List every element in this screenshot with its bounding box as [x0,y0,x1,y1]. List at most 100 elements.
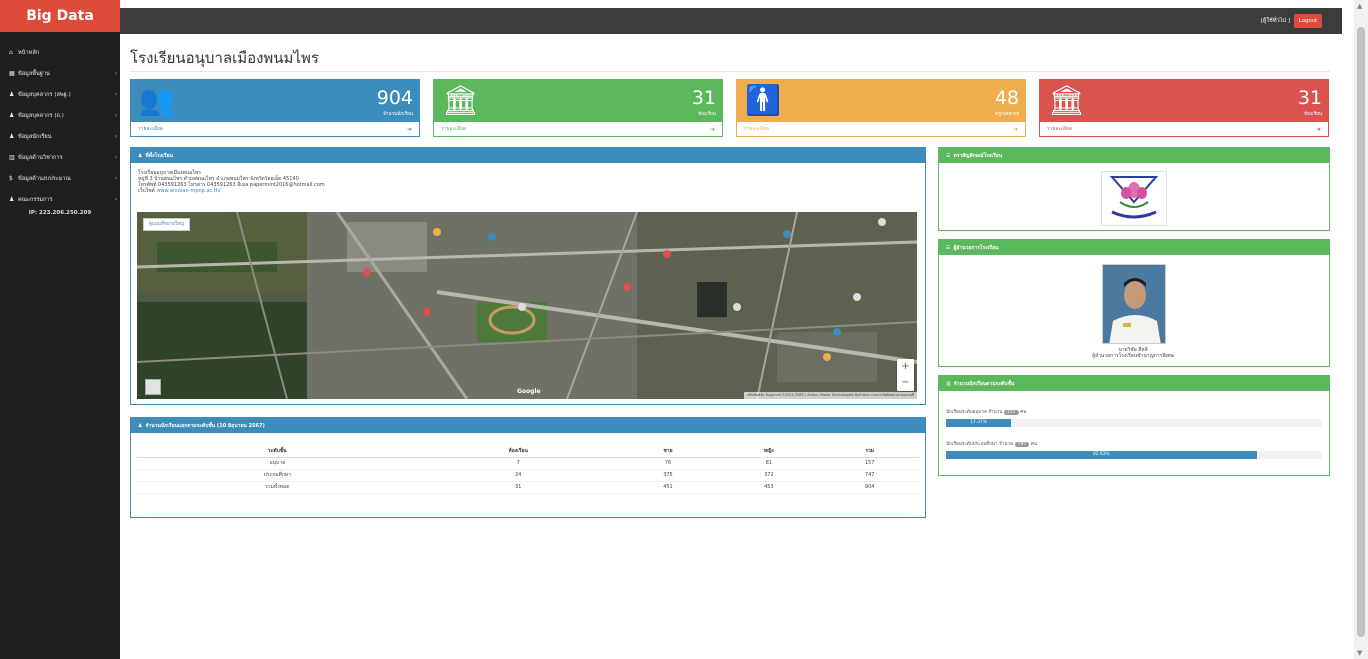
logout-button[interactable]: Logout [1294,14,1322,28]
chevron-left-icon: ‹ [114,70,117,77]
stat-box-header: 🏛 31 ห้องเรียน [1040,80,1328,122]
map-attribution[interactable]: แป้นพิมพ์ลัด ข้อมูลภาพ ©2024 CNES / Airb… [743,392,917,399]
count-badge: 157 [1003,410,1019,415]
table-cell: อนุบาล [137,457,418,470]
bar-chart-icon: ▥ [9,154,15,161]
level-bar-prefix: นักเรียนระดับอนุบาล จำนวน [946,410,1003,415]
brand-logo[interactable]: Big Data [0,0,120,32]
levels-panel: ▥ จำนวนนักเรียนตามระดับชั้น นักเรียนระดั… [938,375,1330,476]
class-table-panel: ♟ จำนวนนักเรียนแยกตามระดับชั้น (10 มิถุน… [130,417,926,518]
scroll-down-icon[interactable]: ▼ [1357,649,1362,657]
director-info: นายวิชัย สีหลี ผู้อำนวยการโรงเรียนชำนาญก… [939,347,1327,359]
levels-panel-header: ▥ จำนวนนักเรียนตามระดับชั้น [939,376,1329,391]
scroll-up-icon[interactable]: ▲ [1357,2,1362,10]
table-cell: 24 [417,469,619,482]
sidebar-item[interactable]: ♟ ข้อมูลบุคลากร (ถ.) ‹ [0,105,120,126]
zoom-in-button[interactable]: + [897,359,914,375]
class-table-title: จำนวนนักเรียนแยกตามระดับชั้น (10 มิถุนาย… [145,422,265,429]
sidebar-item[interactable]: ♟ คณะกรรมการ ‹ [0,189,120,210]
stat-detail-link[interactable]: รายละเอียด ➜ [1040,122,1328,137]
table-header-cell: หญิง [717,446,821,458]
level-bar-label: นักเรียนระดับอนุบาล จำนวน 157 คน [946,409,1026,416]
ip-address: IP: 223.206.250.209 [28,210,92,216]
class-table: ระดับชั้น ห้องเรียน ชาย หญิง รวม อนุบาล 7 76 81… [137,446,919,494]
stat-detail-label: รายละเอียด [744,126,770,132]
emblem-panel: ☰ ตราสัญลักษณ์โรงเรียน [938,147,1330,231]
street-view-icon[interactable] [145,379,161,395]
user-icon: ♟ [138,422,143,429]
stat-label: ห้องเรียน [1304,112,1322,117]
table-cell: 7 [417,457,619,470]
zoom-control: + − [897,359,914,391]
table-cell: รวมทั้งหมด [137,481,418,494]
table-row: ประถมศึกษา 24 375 372 747 [137,469,919,482]
class-table-header: ♟ จำนวนนักเรียนแยกตามระดับชั้น (10 มิถุน… [131,418,925,433]
scrollbar[interactable]: ▲ ▼ [1354,0,1368,659]
sidebar: Big Data ⌂ หน้าหลัก ▦ ข้อมูลพื้นฐาน ‹ ♟ ข้อมูล… [0,0,120,659]
sidebar-item[interactable]: ▦ ข้อมูลพื้นฐาน ‹ [0,63,120,84]
stat-detail-link[interactable]: รายละเอียด ➜ [131,122,419,137]
stat-box: 🏛 31 ห้องเรียน รายละเอียด ➜ [433,79,723,137]
enlarge-map-button[interactable]: ดูแผนที่ขยายใหญ่ [143,218,191,231]
table-row: อนุบาล 7 76 81 157 [137,457,919,470]
table-cell: 747 [820,469,919,482]
chevron-left-icon: ‹ [114,133,117,140]
google-logo: Google [517,388,541,395]
table-cell: 453 [717,481,821,494]
count-badge: 747 [1014,442,1030,447]
website-link[interactable]: www.anuban-mpnp.ac.th/ [156,188,220,194]
user-role[interactable]: [ผู้ใช้ทั่วไป ] [1261,17,1290,25]
table-icon: ▦ [9,70,15,77]
level-bar-prefix: นักเรียนระดับประถมศึกษา จำนวน [946,442,1014,447]
stat-value: 904 [376,87,413,109]
emblem-panel-title: ตราสัญลักษณ์โรงเรียน [953,152,1003,159]
arrow-circle-right-icon: ➜ [1315,126,1321,133]
sidebar-item-label: ข้อมูลด้านงบประมาณ [18,175,71,182]
user-icon: ♟ [9,91,15,98]
stat-box-header: 🏛 31 ห้องเรียน [434,80,722,122]
satellite-map[interactable]: ดูแผนที่ขยายใหญ่ Google + − แป้นพิมพ์ลัด… [137,212,917,399]
scrollbar-thumb[interactable] [1357,27,1365,637]
director-position: ผู้อำนวยการโรงเรียนชำนาญการพิเศษ [1092,353,1174,359]
location-panel-title: ที่ตั้งโรงเรียน [145,152,174,159]
list-icon: ☰ [946,244,951,251]
location-panel: ♟ ที่ตั้งโรงเรียน โรงเรียนอนุบาลเมืองพนม… [130,147,926,405]
sidebar-item-label: ข้อมูลบุคลากร (ถ.) [18,112,64,119]
user-icon: ♟ [138,152,143,159]
bar-chart-icon: ▥ [946,380,951,387]
director-panel-title: ผู้อำนวยการโรงเรียน [953,244,999,251]
chevron-left-icon: ‹ [114,196,117,203]
sidebar-item-label: คณะกรรมการ [18,196,53,203]
table-cell: 157 [820,457,919,470]
divider [130,71,1330,72]
sidebar-item-label: ข้อมูลด้านวิชาการ [18,154,63,161]
table-cell: 904 [820,481,919,494]
stat-detail-link[interactable]: รายละเอียด ➜ [434,122,722,137]
stat-value: 48 [994,87,1019,109]
progress-bar-fill: 17.37% [946,419,1012,427]
stat-value: 31 [691,87,716,109]
person-icon: 🚹 [745,83,782,117]
director-photo [1102,264,1166,344]
sidebar-item[interactable]: ▥ ข้อมูลด้านวิชาการ ‹ [0,147,120,168]
sidebar-item[interactable]: ♟ ข้อมูลนักเรียน ‹ [0,126,120,147]
school-address: โรงเรียนอนุบาลเมืองพนมไพร หมู่ที่ 3 บ้าน… [138,170,325,194]
table-header-cell: ระดับชั้น [137,446,418,458]
stat-label: ห้องเรียน [698,112,716,117]
sidebar-item[interactable]: ⌂ หน้าหลัก [0,42,120,63]
stat-box-header: 👥 904 จำนวนนักเรียน [131,80,419,122]
arrow-circle-right-icon: ➜ [1012,126,1018,133]
zoom-out-button[interactable]: − [897,375,914,391]
stat-label: ครู/บุคลากร [995,112,1019,117]
user-icon: ♟ [9,133,15,140]
user-icon: ♟ [9,112,15,119]
level-bar-label: นักเรียนระดับประถมศึกษา จำนวน 747 คน [946,441,1037,448]
chevron-left-icon: ‹ [114,91,117,98]
sidebar-item[interactable]: $ ข้อมูลด้านงบประมาณ ‹ [0,168,120,189]
stat-detail-label: รายละเอียด [1047,126,1073,132]
website-label: เว็บไซต์ [138,188,155,194]
progress-bar: 82.63% [946,451,1322,459]
stat-box: 🏛 31 ห้องเรียนรายละเอียด ➜ [1039,79,1329,137]
sidebar-item[interactable]: ♟ ข้อมูลบุคลากร (สพฐ.) ‹ [0,84,120,105]
stat-detail-link[interactable]: รายละเอียด ➜ [737,122,1025,137]
